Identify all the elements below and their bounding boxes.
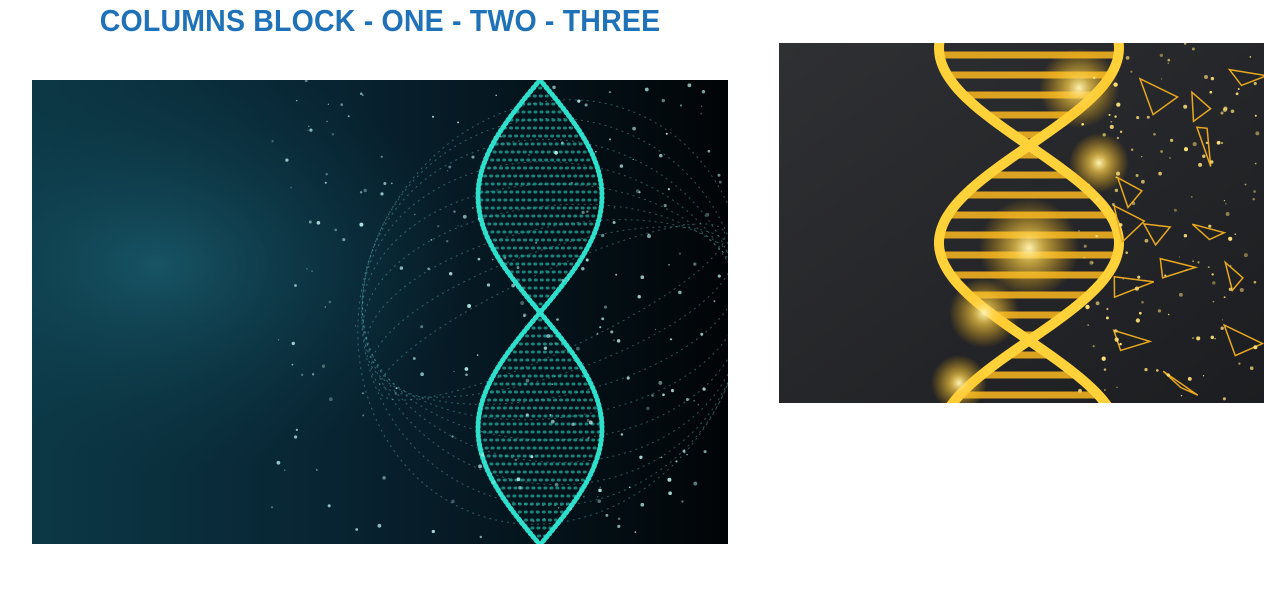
column-one-image (32, 80, 728, 544)
block-title: COLUMNS BLOCK - ONE - TWO - THREE (99, 3, 661, 38)
column-two-image (779, 43, 1264, 403)
teal-dna-helix-icon (32, 80, 728, 544)
gold-dna-helix-icon (779, 43, 1264, 403)
